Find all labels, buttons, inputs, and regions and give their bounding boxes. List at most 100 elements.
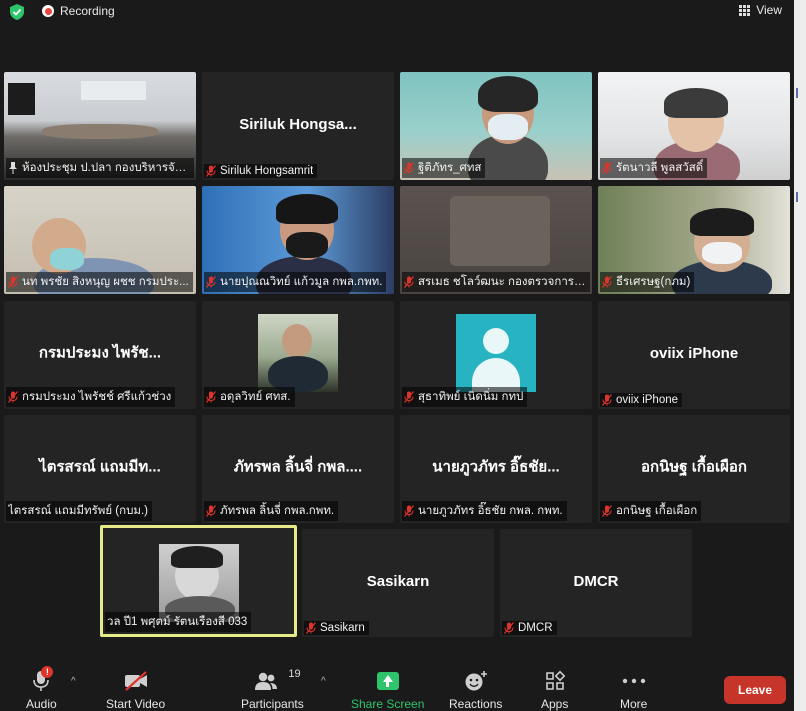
participant-name: นายภูวภัทร อิ๊ธชัย กพล. กพท. bbox=[418, 505, 563, 517]
participant-name: กรมประมง ไพรัชช์ ศรีแก้วช่วง bbox=[22, 391, 172, 403]
participants-icon bbox=[255, 672, 278, 690]
top-bar: Recording View bbox=[0, 0, 806, 24]
participant-name-label: ฐิติภัทร_ศทส bbox=[402, 158, 486, 178]
participant-tile[interactable]: Sasikarn Sasikarn bbox=[302, 529, 494, 637]
microphone-muted-icon bbox=[602, 276, 612, 288]
profile-photo bbox=[258, 314, 338, 392]
participant-name: ฐิติภัทร_ศทส bbox=[418, 162, 482, 174]
edge-mark bbox=[796, 88, 804, 98]
security-shield-icon[interactable] bbox=[10, 4, 24, 20]
participant-name: Siriluk Hongsamrit bbox=[220, 165, 314, 177]
participant-name: สรเมธ ชโลว์ฒนะ กองตรวจการป... bbox=[418, 276, 586, 288]
participant-tile[interactable]: อดุลวิทย์ ศทส. bbox=[202, 301, 394, 409]
participant-display-name: ไตรสรณ์ แถมมีท... bbox=[39, 458, 161, 476]
microphone-muted-icon bbox=[404, 162, 414, 174]
participant-name-label: นท พรชัย สิงหนุญ ผชช กรมประ... bbox=[6, 272, 193, 292]
participant-name: ห้องประชุม ป.ปลา กองบริหารจัด... bbox=[22, 162, 190, 174]
audio-button[interactable]: ! Audio bbox=[26, 666, 57, 711]
recording-indicator[interactable]: Recording bbox=[42, 4, 115, 18]
microphone-muted-icon bbox=[206, 165, 216, 177]
participant-tile[interactable]: DMCR DMCR bbox=[500, 529, 692, 637]
participant-tile[interactable]: ภัทรพล ลิ้นจี่ กพล.... ภัทรพล ลิ้นจี่ กพล… bbox=[202, 415, 394, 523]
start-video-label: Start Video bbox=[106, 697, 166, 711]
participant-tile[interactable]: วล ปี1 พศุตม์ รัตนเรืองสี 033 bbox=[100, 525, 297, 637]
microphone-muted-icon bbox=[602, 394, 612, 406]
participant-name: oviix iPhone bbox=[616, 394, 679, 406]
more-dots-icon bbox=[622, 678, 645, 684]
video-off-icon bbox=[124, 671, 147, 691]
microphone-muted-icon bbox=[404, 391, 414, 403]
participant-name-label: นายภูวภัทร อิ๊ธชัย กพล. กพท. bbox=[402, 501, 567, 521]
participant-tile[interactable]: รัตนาวลี พูลสวัสดิ์ bbox=[598, 72, 790, 180]
participant-tile[interactable]: ไตรสรณ์ แถมมีท... ไตรสรณ์ แถมมีทรัพย์ (กบ… bbox=[4, 415, 196, 523]
microphone-muted-icon bbox=[404, 505, 414, 517]
participant-tile[interactable]: ห้องประชุม ป.ปลา กองบริหารจัด... bbox=[4, 72, 196, 180]
participant-tile[interactable]: นายปุณณวิทย์ แก้วมูล กพล.กพท. bbox=[202, 186, 394, 294]
audio-options-chevron-up-icon[interactable]: ^ bbox=[71, 676, 76, 687]
participant-tile[interactable]: ธีรเศรษฐ(กภม) bbox=[598, 186, 790, 294]
microphone-muted-icon bbox=[206, 391, 216, 403]
microphone-muted-icon bbox=[602, 505, 612, 517]
view-button[interactable]: View bbox=[739, 3, 782, 17]
more-label: More bbox=[620, 697, 648, 711]
participant-name-label: oviix iPhone bbox=[600, 393, 683, 407]
participant-display-name: ภัทรพล ลิ้นจี่ กพล.... bbox=[233, 458, 363, 476]
microphone-muted-icon bbox=[306, 622, 316, 634]
participant-name: ธีรเศรษฐ(กภม) bbox=[616, 276, 691, 288]
recording-label: Recording bbox=[60, 4, 115, 18]
participant-name: วล ปี1 พศุตม์ รัตนเรืองสี 033 bbox=[107, 616, 248, 628]
microphone-muted-icon bbox=[602, 162, 612, 174]
pin-icon bbox=[8, 162, 18, 174]
participant-name-label: ภัทรพล ลิ้นจี่ กพล.กพท. bbox=[204, 501, 339, 521]
participant-name: รัตนาวลี พูลสวัสดิ์ bbox=[616, 162, 704, 174]
participant-display-name: นายภูวภัทร อิ๊ธชัย... bbox=[432, 458, 560, 476]
participant-tile[interactable]: อกนิษฐ เกื้อเผือก อกนิษฐ เกื้อเผือก bbox=[598, 415, 790, 523]
participant-display-name: oviix iPhone bbox=[649, 344, 739, 362]
apps-icon bbox=[545, 670, 566, 690]
recording-icon bbox=[42, 5, 54, 17]
edge-mark bbox=[796, 192, 804, 202]
profile-photo bbox=[158, 544, 239, 622]
reactions-button[interactable]: Reactions bbox=[449, 668, 502, 711]
participant-name-label: Sasikarn bbox=[304, 621, 369, 635]
leave-button[interactable]: Leave bbox=[724, 676, 786, 704]
participant-display-name: DMCR bbox=[573, 572, 619, 590]
microphone-muted-icon bbox=[8, 391, 18, 403]
participant-name-label: Siriluk Hongsamrit bbox=[204, 164, 318, 178]
share-screen-icon bbox=[376, 672, 399, 690]
participant-tile[interactable]: กรมประมง ไพรัช... กรมประมง ไพรัชช์ ศรีแก้… bbox=[4, 301, 196, 409]
microphone-muted-icon bbox=[206, 505, 216, 517]
participant-name: DMCR bbox=[518, 622, 553, 634]
participant-tile[interactable]: ฐิติภัทร_ศทส bbox=[400, 72, 592, 180]
participant-name-label: ไตรสรณ์ แถมมีทรัพย์ (กบม.) bbox=[6, 501, 152, 521]
participant-tile[interactable]: นายภูวภัทร อิ๊ธชัย... นายภูวภัทร อิ๊ธชัย … bbox=[400, 415, 592, 523]
apps-button[interactable]: Apps bbox=[541, 668, 568, 711]
audio-label: Audio bbox=[26, 697, 57, 711]
participant-name-label: อกนิษฐ เกื้อเผือก bbox=[600, 501, 702, 521]
apps-label: Apps bbox=[541, 697, 569, 711]
participant-tile[interactable]: สรเมธ ชโลว์ฒนะ กองตรวจการป... bbox=[400, 186, 592, 294]
participant-name: ภัทรพล ลิ้นจี่ กพล.กพท. bbox=[220, 505, 335, 517]
start-video-button[interactable]: Start Video bbox=[106, 668, 165, 711]
more-button[interactable]: More bbox=[620, 668, 647, 711]
share-screen-button[interactable]: Share Screen bbox=[351, 668, 424, 711]
reactions-smiley-icon bbox=[465, 671, 487, 691]
participant-name-label: สรเมธ ชโลว์ฒนะ กองตรวจการป... bbox=[402, 272, 590, 292]
participant-name: นายปุณณวิทย์ แก้วมูล กพล.กพท. bbox=[220, 276, 383, 288]
share-screen-label: Share Screen bbox=[351, 697, 425, 711]
participant-tile[interactable]: นท พรชัย สิงหนุญ ผชช กรมประ... bbox=[4, 186, 196, 294]
view-label: View bbox=[756, 3, 782, 17]
participant-name-label: อดุลวิทย์ ศทส. bbox=[204, 387, 295, 407]
participant-tile[interactable]: Siriluk Hongsa... Siriluk Hongsamrit bbox=[202, 72, 394, 180]
participant-name-label: วล ปี1 พศุตม์ รัตนเรืองสี 033 bbox=[105, 612, 252, 632]
participant-display-name: Siriluk Hongsa... bbox=[239, 115, 357, 133]
participants-button[interactable]: 19 Participants bbox=[241, 668, 304, 711]
participant-tile[interactable]: oviix iPhone oviix iPhone bbox=[598, 301, 790, 409]
participants-options-chevron-up-icon[interactable]: ^ bbox=[321, 676, 326, 687]
audio-warning-badge: ! bbox=[41, 666, 54, 678]
participant-tile[interactable]: สุธาทิพย์ เนิดนิ่ม กทป bbox=[400, 301, 592, 409]
participant-name: สุธาทิพย์ เนิดนิ่ม กทป bbox=[418, 391, 524, 403]
participant-name: อกนิษฐ เกื้อเผือก bbox=[616, 505, 698, 517]
participant-display-name: อกนิษฐ เกื้อเผือก bbox=[641, 458, 747, 476]
participants-count: 19 bbox=[288, 668, 301, 680]
